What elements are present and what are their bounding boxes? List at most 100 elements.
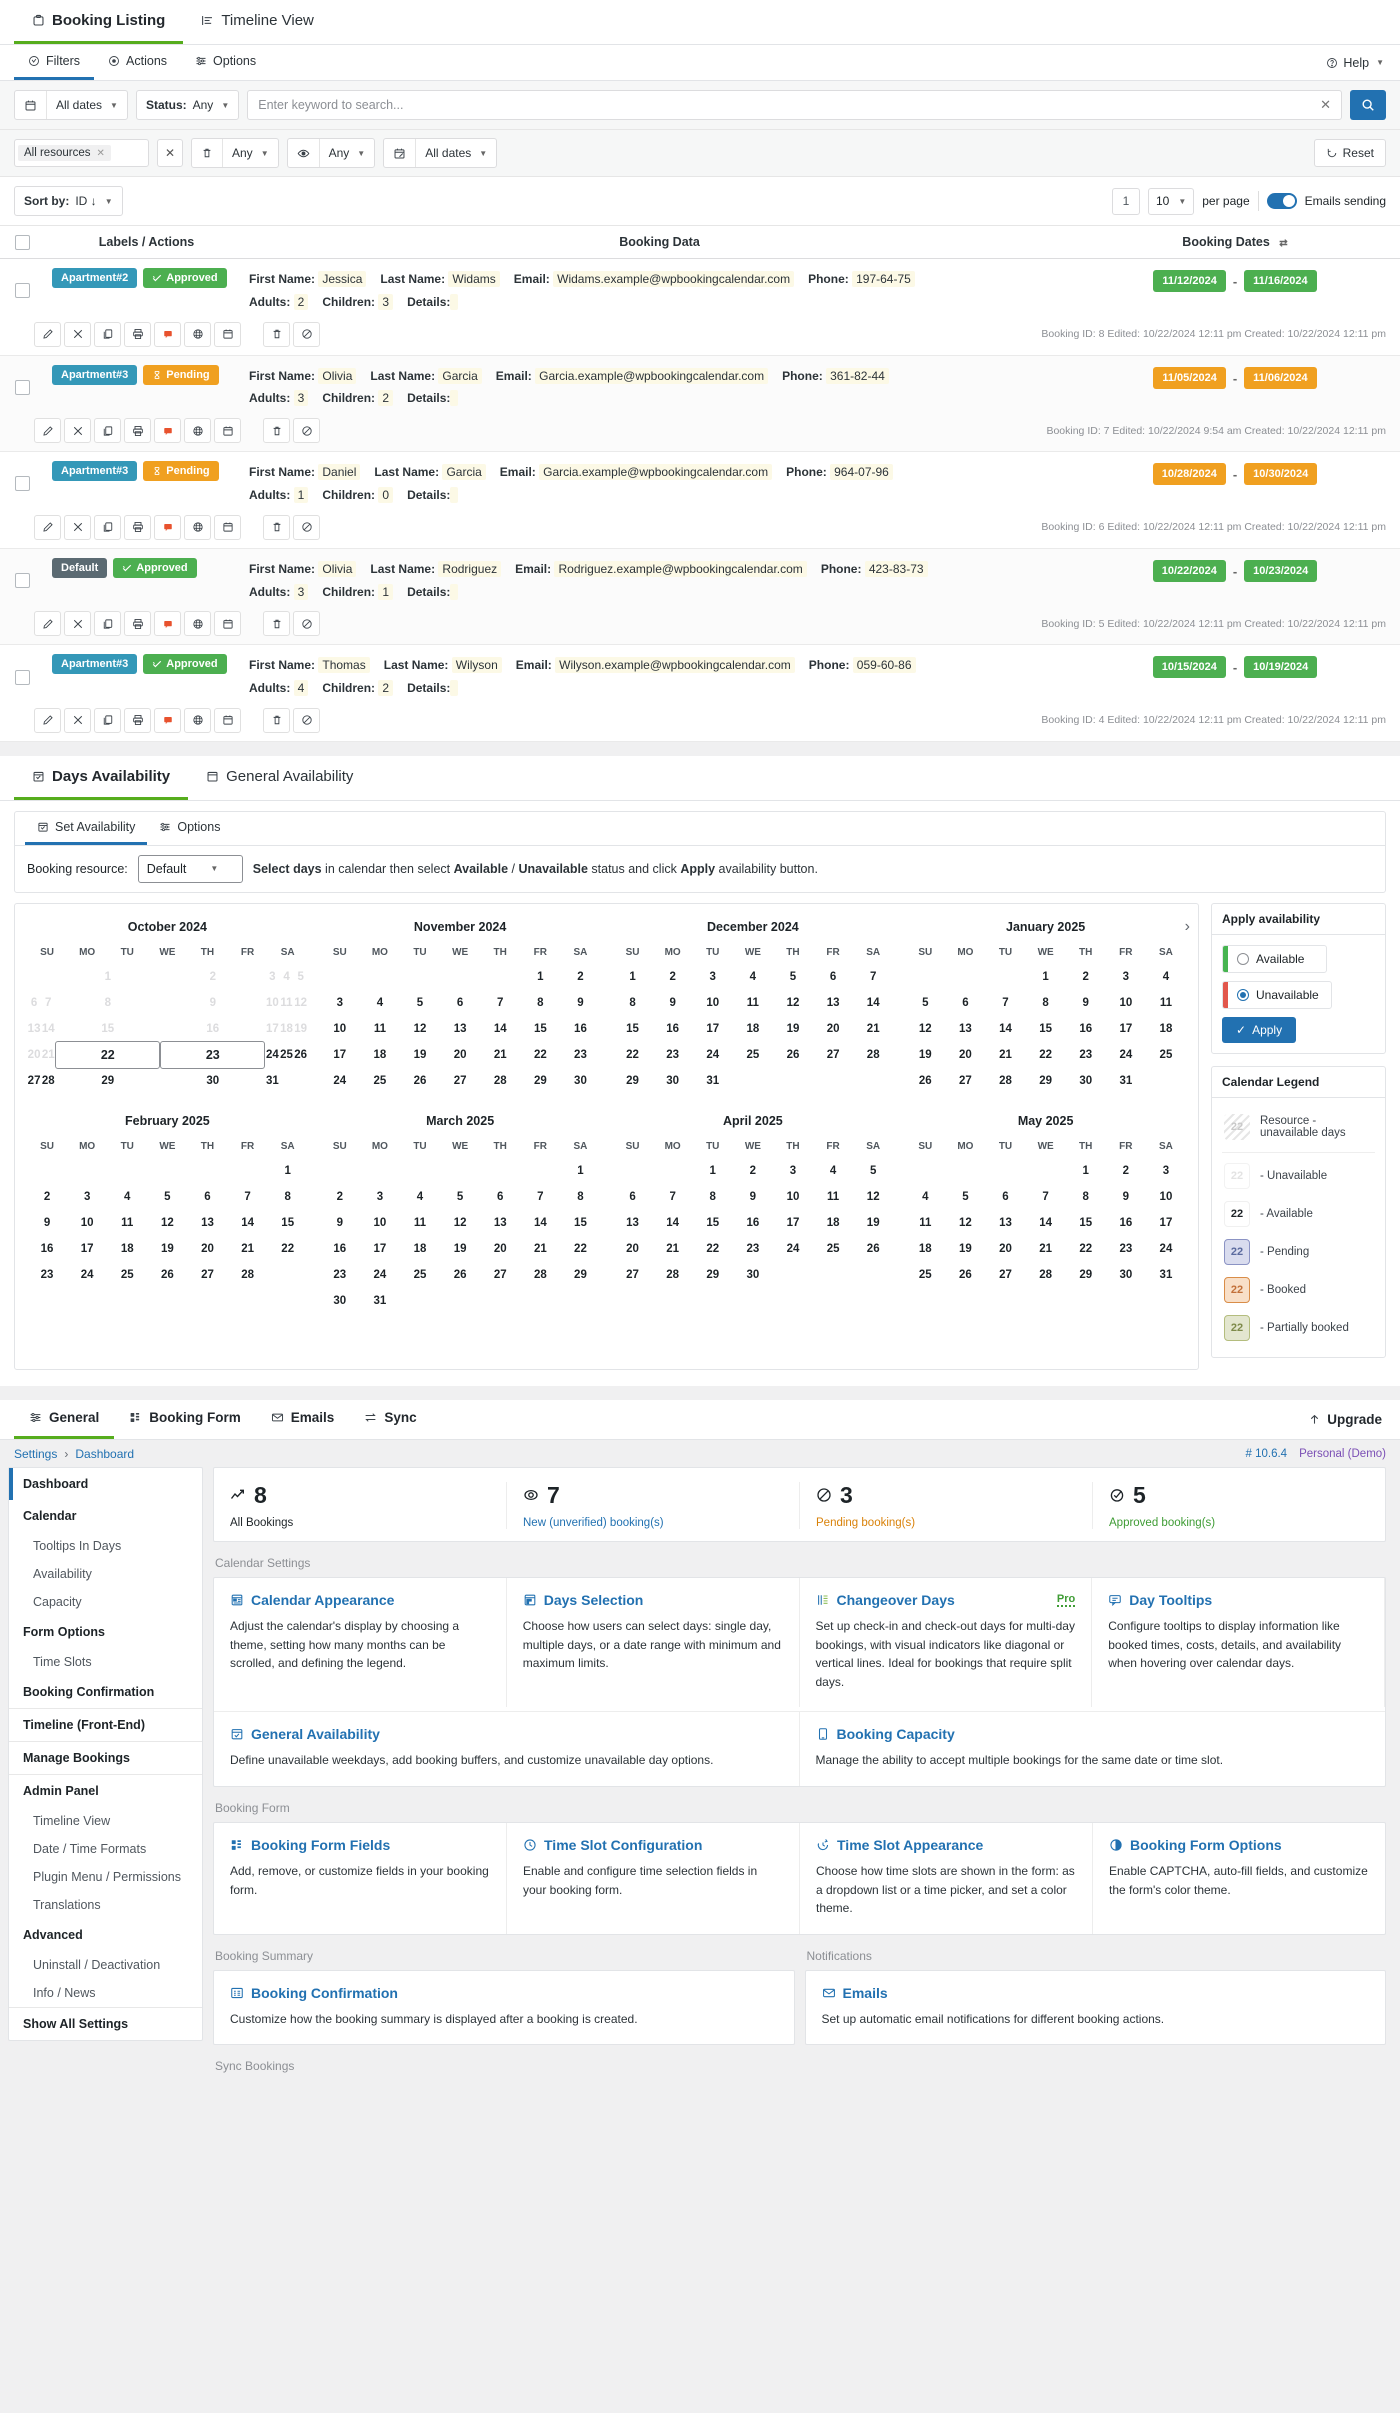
day-cell[interactable]: 25 bbox=[1146, 1042, 1186, 1068]
action-reject-icon[interactable] bbox=[293, 707, 320, 733]
day-cell[interactable]: 22 bbox=[1066, 1236, 1106, 1262]
day-cell[interactable]: 8 bbox=[560, 1184, 600, 1210]
tab-timeline-view[interactable]: Timeline View bbox=[183, 0, 332, 44]
day-cell[interactable]: 18 bbox=[905, 1236, 945, 1262]
remove-chip-icon[interactable]: ✕ bbox=[96, 148, 104, 159]
row-checkbox[interactable] bbox=[0, 365, 44, 411]
day-cell[interactable]: 11 bbox=[813, 1184, 853, 1210]
day-cell[interactable]: 12 bbox=[440, 1210, 480, 1236]
day-cell[interactable]: 15 bbox=[613, 1016, 653, 1042]
day-cell[interactable]: 5 bbox=[945, 1184, 985, 1210]
day-cell[interactable]: 7 bbox=[1026, 1184, 1066, 1210]
day-cell[interactable]: 8 bbox=[693, 1184, 733, 1210]
search-button[interactable] bbox=[1350, 90, 1386, 120]
day-cell[interactable]: 15 bbox=[560, 1210, 600, 1236]
day-cell[interactable]: 2 bbox=[560, 964, 600, 990]
day-cell[interactable]: 22 bbox=[268, 1236, 308, 1262]
day-cell[interactable]: 23 bbox=[653, 1042, 693, 1068]
day-cell[interactable]: 20 bbox=[613, 1236, 653, 1262]
status-badge[interactable]: Approved bbox=[143, 268, 227, 288]
action-reject-icon[interactable] bbox=[293, 611, 320, 637]
day-cell[interactable]: 1 bbox=[613, 964, 653, 990]
sidebar-item-translations[interactable]: Translations bbox=[9, 1891, 202, 1919]
tab-days-availability[interactable]: Days Availability bbox=[14, 756, 189, 800]
day-cell[interactable]: 19 bbox=[773, 1016, 813, 1042]
action-copy-icon[interactable] bbox=[94, 707, 121, 733]
day-cell[interactable]: 12 bbox=[853, 1184, 893, 1210]
day-cell[interactable]: 17 bbox=[1106, 1016, 1146, 1042]
day-cell[interactable]: 27 bbox=[440, 1068, 480, 1094]
day-cell[interactable]: 28 bbox=[985, 1068, 1025, 1094]
day-cell[interactable]: 13 bbox=[187, 1210, 227, 1236]
day-cell[interactable]: 30 bbox=[160, 1068, 265, 1094]
action-split-icon[interactable] bbox=[64, 514, 91, 540]
day-cell[interactable]: 27 bbox=[187, 1262, 227, 1288]
day-cell[interactable]: 19 bbox=[945, 1236, 985, 1262]
card-title[interactable]: Booking Form Fields bbox=[251, 1837, 390, 1853]
day-cell[interactable]: 31 bbox=[1106, 1068, 1146, 1094]
day-cell[interactable]: 28 bbox=[41, 1068, 55, 1094]
day-cell[interactable]: 27 bbox=[813, 1042, 853, 1068]
action-print-icon[interactable] bbox=[124, 418, 151, 444]
sidebar-item-time-slots[interactable]: Time Slots bbox=[9, 1648, 202, 1676]
day-cell[interactable]: 24 bbox=[1146, 1236, 1186, 1262]
day-cell[interactable]: 24 bbox=[693, 1042, 733, 1068]
action-edit-icon[interactable] bbox=[34, 707, 61, 733]
day-cell[interactable]: 18 bbox=[1146, 1016, 1186, 1042]
day-cell[interactable]: 5 bbox=[853, 1158, 893, 1184]
day-cell[interactable]: 30 bbox=[653, 1068, 693, 1094]
action-globe-icon[interactable] bbox=[184, 707, 211, 733]
sidebar-item-availability[interactable]: Availability bbox=[9, 1560, 202, 1588]
card-title[interactable]: Days Selection bbox=[544, 1592, 644, 1608]
day-cell[interactable]: 21 bbox=[1026, 1236, 1066, 1262]
sidebar-item-booking-confirmation[interactable]: Booking Confirmation bbox=[9, 1676, 202, 1709]
card-day-tooltips[interactable]: Day Tooltips Configure tooltips to displa… bbox=[1092, 1577, 1385, 1708]
card-general-availability[interactable]: General Availability Define unavailable w… bbox=[214, 1712, 800, 1786]
day-cell[interactable]: 17 bbox=[320, 1042, 360, 1068]
day-cell[interactable]: 26 bbox=[945, 1262, 985, 1288]
day-cell[interactable]: 6 bbox=[813, 964, 853, 990]
day-cell[interactable]: 18 bbox=[400, 1236, 440, 1262]
day-cell[interactable]: 25 bbox=[279, 1042, 293, 1068]
day-cell[interactable]: 9 bbox=[733, 1184, 773, 1210]
day-cell[interactable]: 24 bbox=[1106, 1042, 1146, 1068]
reset-button[interactable]: Reset bbox=[1313, 139, 1386, 167]
day-cell[interactable]: 6 bbox=[480, 1184, 520, 1210]
action-print-icon[interactable] bbox=[124, 321, 151, 347]
trash-filter-seg[interactable]: Any ▼ bbox=[223, 139, 278, 167]
day-cell[interactable]: 29 bbox=[1066, 1262, 1106, 1288]
day-cell[interactable]: 14 bbox=[653, 1210, 693, 1236]
day-cell[interactable]: 27 bbox=[985, 1262, 1025, 1288]
action-print-icon[interactable] bbox=[124, 707, 151, 733]
help-button[interactable]: Help ▼ bbox=[1310, 45, 1400, 80]
day-cell[interactable]: 31 bbox=[265, 1068, 279, 1094]
day-cell[interactable]: 22 bbox=[55, 1040, 161, 1069]
breadcrumb-settings[interactable]: Settings bbox=[14, 1447, 57, 1461]
day-cell[interactable]: 13 bbox=[480, 1210, 520, 1236]
day-cell[interactable]: 13 bbox=[985, 1210, 1025, 1236]
day-cell[interactable]: 4 bbox=[733, 964, 773, 990]
page-number-input[interactable]: 1 bbox=[1111, 187, 1140, 215]
action-copy-icon[interactable] bbox=[94, 321, 121, 347]
sidebar-item-calendar[interactable]: Calendar bbox=[9, 1500, 202, 1532]
status-badge[interactable]: Pending bbox=[143, 364, 219, 385]
day-cell[interactable]: 16 bbox=[1106, 1210, 1146, 1236]
action-reject-icon[interactable] bbox=[293, 321, 320, 347]
day-cell[interactable]: 14 bbox=[480, 1016, 520, 1042]
day-cell[interactable]: 21 bbox=[480, 1042, 520, 1068]
day-cell[interactable]: 20 bbox=[187, 1236, 227, 1262]
day-cell[interactable]: 5 bbox=[773, 964, 813, 990]
day-cell[interactable]: 10 bbox=[360, 1210, 400, 1236]
action-note-icon[interactable] bbox=[154, 418, 181, 444]
sort-arrows-icon[interactable]: ⇄ bbox=[1279, 238, 1287, 249]
subtab-set-availability[interactable]: Set Availability bbox=[25, 812, 148, 845]
action-globe-icon[interactable] bbox=[184, 321, 211, 347]
day-cell[interactable]: 14 bbox=[985, 1016, 1025, 1042]
day-cell[interactable]: 23 bbox=[1066, 1042, 1106, 1068]
day-cell[interactable]: 22 bbox=[520, 1042, 560, 1068]
day-cell[interactable]: 27 bbox=[27, 1068, 41, 1094]
day-cell[interactable]: 29 bbox=[55, 1068, 160, 1094]
day-cell[interactable]: 28 bbox=[1026, 1262, 1066, 1288]
day-cell[interactable]: 9 bbox=[1066, 990, 1106, 1016]
day-cell[interactable]: 6 bbox=[440, 990, 480, 1016]
